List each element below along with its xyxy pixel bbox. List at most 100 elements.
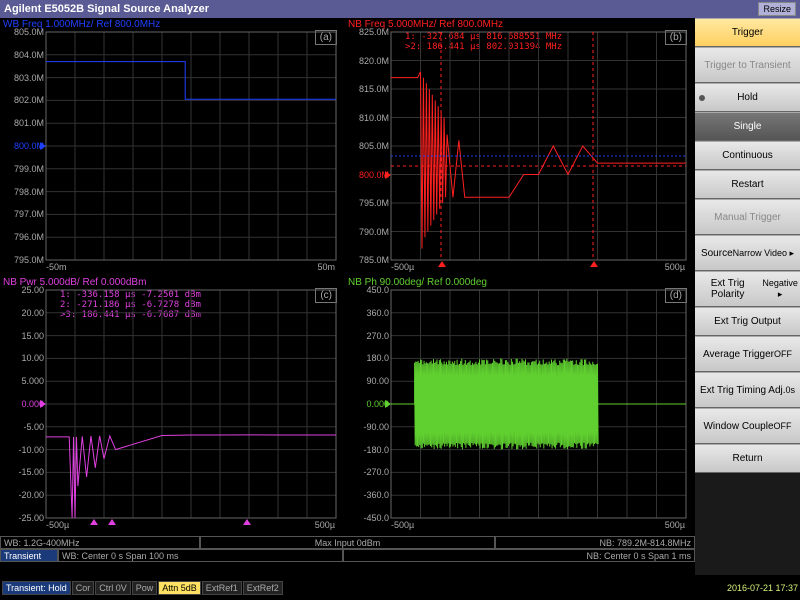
plot-d-canvas [345, 276, 695, 534]
plot-a: WB Freq 1.000MHz/ Ref 800.0MHz (a) 805.0… [0, 18, 345, 276]
plot-area: WB Freq 1.000MHz/ Ref 800.0MHz (a) 805.0… [0, 18, 695, 575]
plot-c-marker-tri-1 [90, 519, 98, 525]
sidebar-ext-trig-timing-adj-[interactable]: Ext Trig Timing Adj.0s [695, 372, 800, 408]
plot-c-canvas [0, 276, 345, 534]
sidebar-ext-trig-polarity[interactable]: Ext Trig PolarityNegative ▸ [695, 271, 800, 307]
sidebar-ext-trig-output[interactable]: Ext Trig Output [695, 307, 800, 336]
plot-d-ytick-1: 360.0 [347, 308, 389, 318]
plot-d-ytick-10: -450.0 [347, 513, 389, 523]
plot-c: NB Pwr 5.000dB/ Ref 0.000dBm (c) 1: -336… [0, 276, 345, 534]
plot-a-ytick-10: 795.0M [2, 255, 44, 265]
plot-c-ytick-6: -5.00 [2, 422, 44, 432]
bottom-token-5: ExtRef1 [202, 581, 242, 595]
plot-c-ytick-7: -10.00 [2, 445, 44, 455]
bottom-bar: Transient: HoldCorCtrl 0VPowAttn 5dBExtR… [0, 575, 800, 600]
plot-c-grid [46, 290, 336, 518]
plot-b-ytick-8: 785.0M [347, 255, 389, 265]
sidebar-restart[interactable]: Restart [695, 170, 800, 199]
plot-a-xright: 50m [317, 262, 335, 272]
plot-b-marker-tri-1 [438, 261, 446, 267]
plot-a-ytick-2: 803.0M [2, 73, 44, 83]
bottom-token-3: Pow [132, 581, 158, 595]
status-row-1: WB: 1.2G-400MHz Max Input 0dBm NB: 789.2… [0, 536, 695, 549]
status-nb-center: NB: Center 0 s Span 1 ms [343, 549, 695, 562]
plot-d-xleft: -500µ [391, 520, 414, 530]
plot-a-ytick-6: 799.0M [2, 164, 44, 174]
sidebar-trigger[interactable]: Trigger [695, 18, 800, 47]
plot-c-ytick-4: 5.000 [2, 376, 44, 386]
plot-c-xleft: -500µ [46, 520, 69, 530]
sidebar-single[interactable]: Single [695, 112, 800, 141]
sidebar-manual-trigger: Manual Trigger [695, 199, 800, 235]
plot-a-ytick-8: 797.0M [2, 209, 44, 219]
plot-c-ytick-9: -20.00 [2, 490, 44, 500]
plot-d-ytick-0: 450.0 [347, 285, 389, 295]
plot-c-ytick-5: 0.000 [2, 399, 44, 409]
plot-b: NB Freq 5.000MHz/ Ref 800.0MHz (b) 1: -3… [345, 18, 695, 276]
title-bar: Agilent E5052B Signal Source Analyzer Re… [0, 0, 800, 18]
resize-button[interactable]: Resize [758, 2, 796, 16]
workspace: WB Freq 1.000MHz/ Ref 800.0MHz (a) 805.0… [0, 18, 800, 575]
plot-d-ytick-9: -360.0 [347, 490, 389, 500]
plot-b-ytick-1: 820.0M [347, 56, 389, 66]
status-wb-center: WB: Center 0 s Span 100 ms [58, 549, 343, 562]
plot-b-grid [391, 32, 686, 260]
plot-a-ytick-5: 800.0M [2, 141, 44, 151]
plot-d-ytick-3: 180.0 [347, 353, 389, 363]
sidebar-return[interactable]: Return [695, 444, 800, 473]
plot-b-ytick-3: 810.0M [347, 113, 389, 123]
bottom-token-4: Attn 5dB [158, 581, 201, 595]
plot-b-ytick-5: 800.0M [347, 170, 389, 180]
status-transient: Transient [0, 549, 58, 562]
plot-c-ytick-3: 10.00 [2, 353, 44, 363]
sidebar-hold[interactable]: Hold [695, 83, 800, 112]
app-title: Agilent E5052B Signal Source Analyzer [4, 3, 209, 15]
bottom-token-6: ExtRef2 [243, 581, 283, 595]
plot-b-ytick-2: 815.0M [347, 84, 389, 94]
sidebar-continuous[interactable]: Continuous [695, 141, 800, 170]
plot-d-ytick-2: 270.0 [347, 331, 389, 341]
plot-c-ytick-2: 15.00 [2, 331, 44, 341]
plot-a-ytick-9: 796.0M [2, 232, 44, 242]
plot-c-marker-tri-3 [243, 519, 251, 525]
plot-a-ytick-0: 805.0M [2, 27, 44, 37]
plot-d-xright: 500µ [665, 520, 685, 530]
plot-b-ytick-6: 795.0M [347, 198, 389, 208]
plot-d: NB Ph 90.00deg/ Ref 0.000deg (d) 450.036… [345, 276, 695, 534]
plot-a-grid [46, 32, 336, 260]
sidebar-window-couple[interactable]: Window CoupleOFF [695, 408, 800, 444]
plot-d-ytick-8: -270.0 [347, 467, 389, 477]
plot-a-xleft: -50m [46, 262, 67, 272]
plot-b-ytick-7: 790.0M [347, 227, 389, 237]
plot-d-ytick-5: 0.000 [347, 399, 389, 409]
status-nb-range: NB: 789.2M-814.8MHz [495, 536, 695, 549]
plot-c-marker-tri-2 [108, 519, 116, 525]
plot-b-ytick-0: 825.0M [347, 27, 389, 37]
bottom-token-2: Ctrl 0V [95, 581, 131, 595]
plot-b-marker-tri-2 [590, 261, 598, 267]
plot-b-xright: 500µ [665, 262, 685, 272]
plot-b-canvas [345, 18, 695, 276]
plot-b-ytick-4: 805.0M [347, 141, 389, 151]
plot-d-ytick-6: -90.00 [347, 422, 389, 432]
status-max-input: Max Input 0dBm [200, 536, 495, 549]
plot-a-ytick-7: 798.0M [2, 187, 44, 197]
bottom-token-1: Cor [72, 581, 95, 595]
plot-c-ytick-1: 20.00 [2, 308, 44, 318]
status-wb-range: WB: 1.2G-400MHz [0, 536, 200, 549]
plot-a-ytick-1: 804.0M [2, 50, 44, 60]
plot-b-xleft: -500µ [391, 262, 414, 272]
plot-c-ytick-0: 25.00 [2, 285, 44, 295]
plot-a-ytick-3: 802.0M [2, 95, 44, 105]
sidebar-trigger-to-transient: Trigger to Transient [695, 47, 800, 83]
sidebar-average-trigger[interactable]: Average TriggerOFF [695, 336, 800, 372]
plot-d-ytick-4: 90.00 [347, 376, 389, 386]
plot-a-ytick-4: 801.0M [2, 118, 44, 128]
plot-d-ytick-7: -180.0 [347, 445, 389, 455]
bottom-token-0: Transient: Hold [2, 581, 71, 595]
plot-c-ytick-10: -25.00 [2, 513, 44, 523]
sidebar: TriggerTrigger to TransientHoldSingleCon… [695, 18, 800, 575]
sidebar-source[interactable]: SourceNarrow Video ▸ [695, 235, 800, 271]
plot-c-ytick-8: -15.00 [2, 467, 44, 477]
plot-c-xright: 500µ [315, 520, 335, 530]
